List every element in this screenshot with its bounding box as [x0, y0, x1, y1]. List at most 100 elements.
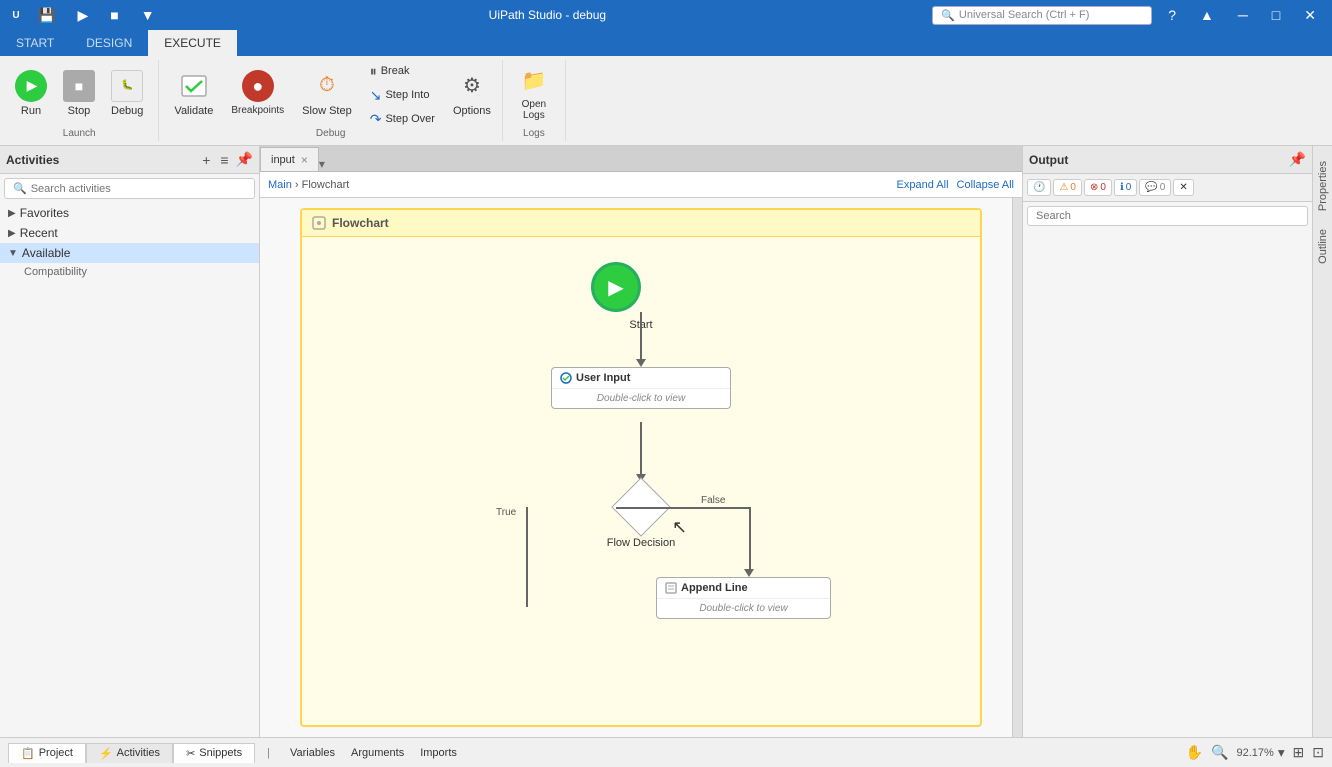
open-logs-button[interactable]: 📁 Open Logs [511, 60, 557, 126]
help-btn[interactable]: ? [1160, 5, 1184, 25]
collapse-all-btn[interactable]: Collapse All [957, 179, 1014, 191]
step-into-icon: ↘ [370, 87, 382, 104]
break-icon: ⏸ [370, 63, 377, 80]
slowstep-button[interactable]: ⏱ Slow Step [295, 60, 359, 126]
tab-design[interactable]: DESIGN [70, 30, 148, 56]
step-over-label: Step Over [385, 113, 435, 125]
flowchart-title-bar: Flowchart [302, 210, 980, 237]
node-append-line[interactable]: Append Line Double-click to view [656, 577, 831, 619]
fit-view-btn[interactable]: ⊞ [1293, 744, 1305, 761]
false-label: False [701, 495, 725, 506]
overview-btn[interactable]: ⊡ [1312, 744, 1324, 761]
tab-execute[interactable]: EXECUTE [148, 30, 237, 56]
ribbon-group-launch: Run Stop 🐛 Debug Launch [0, 60, 159, 141]
bottom-tab-project[interactable]: 📋 Project [8, 743, 86, 763]
breadcrumb-actions: Expand All Collapse All [897, 179, 1014, 191]
node-user-input[interactable]: User Input Double-click to view [551, 367, 731, 409]
output-info-btn[interactable]: ℹ 0 [1114, 179, 1137, 196]
sidebar-item-compatibility[interactable]: Compatibility [0, 263, 259, 281]
stop-icon [63, 70, 95, 102]
options-icon: ⚙ [456, 70, 488, 102]
node-append-line-header: Append Line [657, 578, 830, 599]
side-tab-outline[interactable]: Outline [1314, 222, 1332, 271]
output-pin-btn[interactable]: 📌 [1289, 151, 1306, 168]
imports-btn[interactable]: Imports [412, 743, 465, 763]
hand-tool-btn[interactable]: ✋ [1186, 744, 1203, 761]
chevron-icon: ▶ [8, 228, 16, 239]
err-count: 0 [1100, 182, 1106, 193]
zoom-dropdown-btn[interactable]: ▾ [1278, 745, 1285, 761]
titlebar-stop-btn[interactable]: ■ [102, 5, 126, 25]
debug-icon: 🐛 [111, 70, 143, 102]
options-button[interactable]: ⚙ Options [446, 60, 498, 126]
activities-search-box[interactable]: 🔍 [4, 178, 255, 199]
minimize-btn[interactable]: ─ [1230, 5, 1256, 25]
ribbon: Run Stop 🐛 Debug Launch Validate [0, 56, 1332, 146]
debug-button[interactable]: 🐛 Debug [104, 60, 150, 126]
diagram-canvas[interactable]: Flowchart ▶ Start User In [260, 198, 1022, 737]
available-label: Available [22, 246, 70, 260]
output-close-btn[interactable]: ✕ [1173, 179, 1193, 196]
expand-all-btn[interactable]: Expand All [897, 179, 949, 191]
activities-search-input[interactable] [31, 183, 246, 195]
break-button[interactable]: ⏸ Break [363, 60, 442, 82]
breadcrumb-sep: › [295, 179, 302, 191]
titlebar-dropdown-btn[interactable]: ▼ [133, 5, 163, 25]
breakpoints-button[interactable]: Breakpoints [224, 60, 291, 126]
output-err-btn[interactable]: ⊗ 0 [1084, 179, 1112, 196]
msg-count: 0 [1160, 182, 1166, 193]
run-button[interactable]: Run [8, 60, 54, 126]
ribbon-collapse-btn[interactable]: ▲ [1192, 5, 1222, 25]
step-over-button[interactable]: ↷ Step Over [363, 108, 442, 130]
titlebar-run-btn[interactable]: ▶ [69, 5, 96, 26]
activities-label: Activities [117, 747, 160, 759]
sidebar-item-recent[interactable]: ▶ Recent [0, 223, 259, 243]
flowchart-label: Flowchart [332, 216, 389, 230]
tab-dropdown-btn[interactable]: ▾ [319, 157, 325, 171]
maximize-btn[interactable]: □ [1264, 5, 1288, 25]
breadcrumb-main[interactable]: Main [268, 179, 292, 191]
step-into-button[interactable]: ↘ Step Into [363, 84, 442, 106]
breakpoints-label: Breakpoints [231, 105, 284, 116]
connector-true-v [526, 507, 528, 607]
arrow-false [744, 569, 754, 577]
side-tab-properties[interactable]: Properties [1314, 154, 1332, 218]
bottom-tab-activities[interactable]: ⚡ Activities [86, 743, 173, 763]
validate-button[interactable]: Validate [167, 60, 220, 126]
variables-btn[interactable]: Variables [282, 743, 343, 763]
output-search-input[interactable] [1027, 206, 1308, 226]
sidebar-item-available[interactable]: ▼ Available [0, 243, 259, 263]
break-label: Break [381, 65, 410, 77]
status-bar-spacer: | [255, 743, 282, 763]
ribbon-debug-buttons: Validate Breakpoints ⏱ Slow Step ⏸ Break… [167, 60, 497, 158]
true-label: True [496, 507, 516, 518]
node-flow-decision-label: Flow Decision [607, 537, 675, 549]
output-clock-btn[interactable]: 🕐 [1027, 179, 1051, 196]
append-line-icon [665, 582, 677, 594]
breadcrumb-bar: Main › Flowchart Expand All Collapse All [260, 172, 1022, 198]
titlebar-save-btn[interactable]: 💾 [30, 5, 63, 26]
tab-start[interactable]: START [0, 30, 70, 56]
output-toolbar: 🕐 ⚠ 0 ⊗ 0 ℹ 0 💬 0 ✕ [1023, 174, 1312, 202]
step-into-label: Step Into [385, 89, 429, 101]
output-warn-btn[interactable]: ⚠ 0 [1053, 179, 1082, 196]
ribbon-tabs: START DESIGN EXECUTE [0, 30, 1332, 56]
mouse-cursor: ↖ [672, 517, 687, 538]
run-label: Run [21, 105, 41, 117]
output-content [1023, 230, 1312, 737]
universal-search[interactable]: 🔍 Universal Search (Ctrl + F) [932, 6, 1152, 25]
arguments-btn[interactable]: Arguments [343, 743, 412, 763]
zoom-fit-btn[interactable]: 🔍 [1211, 744, 1228, 761]
connector-false-v [749, 507, 751, 572]
stop-button[interactable]: Stop [56, 60, 102, 126]
info-count: 0 [1126, 182, 1132, 193]
node-start[interactable]: ▶ [591, 262, 641, 312]
warn-count: 0 [1070, 182, 1076, 193]
bottom-tab-snippets[interactable]: ✂ Snippets [173, 743, 255, 763]
close-btn[interactable]: ✕ [1296, 5, 1324, 26]
diagram-scrollbar[interactable] [1012, 198, 1022, 737]
output-msg-btn[interactable]: 💬 0 [1139, 179, 1171, 196]
breakpoints-icon [242, 70, 274, 102]
breadcrumb-flowchart: Flowchart [302, 179, 350, 191]
sidebar-item-favorites[interactable]: ▶ Favorites [0, 203, 259, 223]
